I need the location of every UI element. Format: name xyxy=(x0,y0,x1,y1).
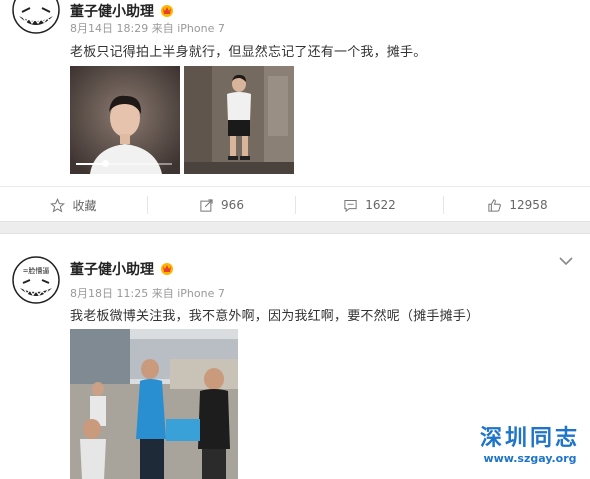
post-text: 老板只记得拍上半身就行，但显然忘记了还有一个我，摊手。 xyxy=(70,45,427,60)
avatar-caption: =脸懵逼 xyxy=(23,266,50,275)
weibo-post-1: 董子健小助理 8月14日 18:29 来自 iPhone 7 老板只记得拍上半身… xyxy=(0,0,590,221)
feed-separator xyxy=(0,221,590,234)
repost-icon xyxy=(200,198,213,212)
source-device: iPhone 7 xyxy=(177,22,225,35)
post-image-photo[interactable] xyxy=(70,329,238,479)
watermark-url: www.szgay.org xyxy=(483,452,577,465)
chevron-down-icon[interactable] xyxy=(558,256,574,266)
repost-button[interactable]: 966 xyxy=(148,187,295,223)
username[interactable]: 董子健小助理 xyxy=(70,259,174,279)
favorite-button[interactable]: 收藏 xyxy=(0,187,147,223)
comment-count: 1622 xyxy=(365,198,396,212)
vip-badge-icon xyxy=(161,263,173,275)
source-device: iPhone 7 xyxy=(177,287,225,300)
star-icon xyxy=(50,197,66,213)
repost-count: 966 xyxy=(221,198,244,212)
post-date: 8月18日 11:25 xyxy=(70,287,149,300)
favorite-label: 收藏 xyxy=(72,198,97,213)
avatar[interactable] xyxy=(12,0,60,34)
post-meta: 8月18日 11:25 来自 iPhone 7 xyxy=(70,285,225,301)
post-meta: 8月14日 18:29 来自 iPhone 7 xyxy=(70,20,225,36)
username[interactable]: 董子健小助理 xyxy=(70,1,174,21)
avatar[interactable]: =脸懵逼 xyxy=(12,256,60,304)
watermark-title: 深圳同志 xyxy=(479,426,580,451)
site-watermark: 深圳同志 www.szgay.org xyxy=(478,426,582,470)
post-image-photo[interactable] xyxy=(184,66,294,174)
thumbs-up-icon xyxy=(488,198,502,212)
source-prefix: 来自 xyxy=(151,22,174,35)
post-date: 8月14日 18:29 xyxy=(70,22,149,35)
vip-badge-icon xyxy=(161,5,173,17)
source-prefix: 来自 xyxy=(151,287,174,300)
post-text: 我老板微博关注我，我不意外啊，因为我红啊，要不然呢（摊手摊手） xyxy=(70,309,480,324)
post-image-video[interactable] xyxy=(70,66,180,174)
like-button[interactable]: 12958 xyxy=(444,187,590,223)
video-progress-bar[interactable] xyxy=(76,160,172,167)
comment-icon xyxy=(344,199,357,212)
post-action-bar: 收藏 966 1622 12958 xyxy=(0,186,590,222)
like-count: 12958 xyxy=(509,198,548,212)
comment-button[interactable]: 1622 xyxy=(296,187,443,223)
